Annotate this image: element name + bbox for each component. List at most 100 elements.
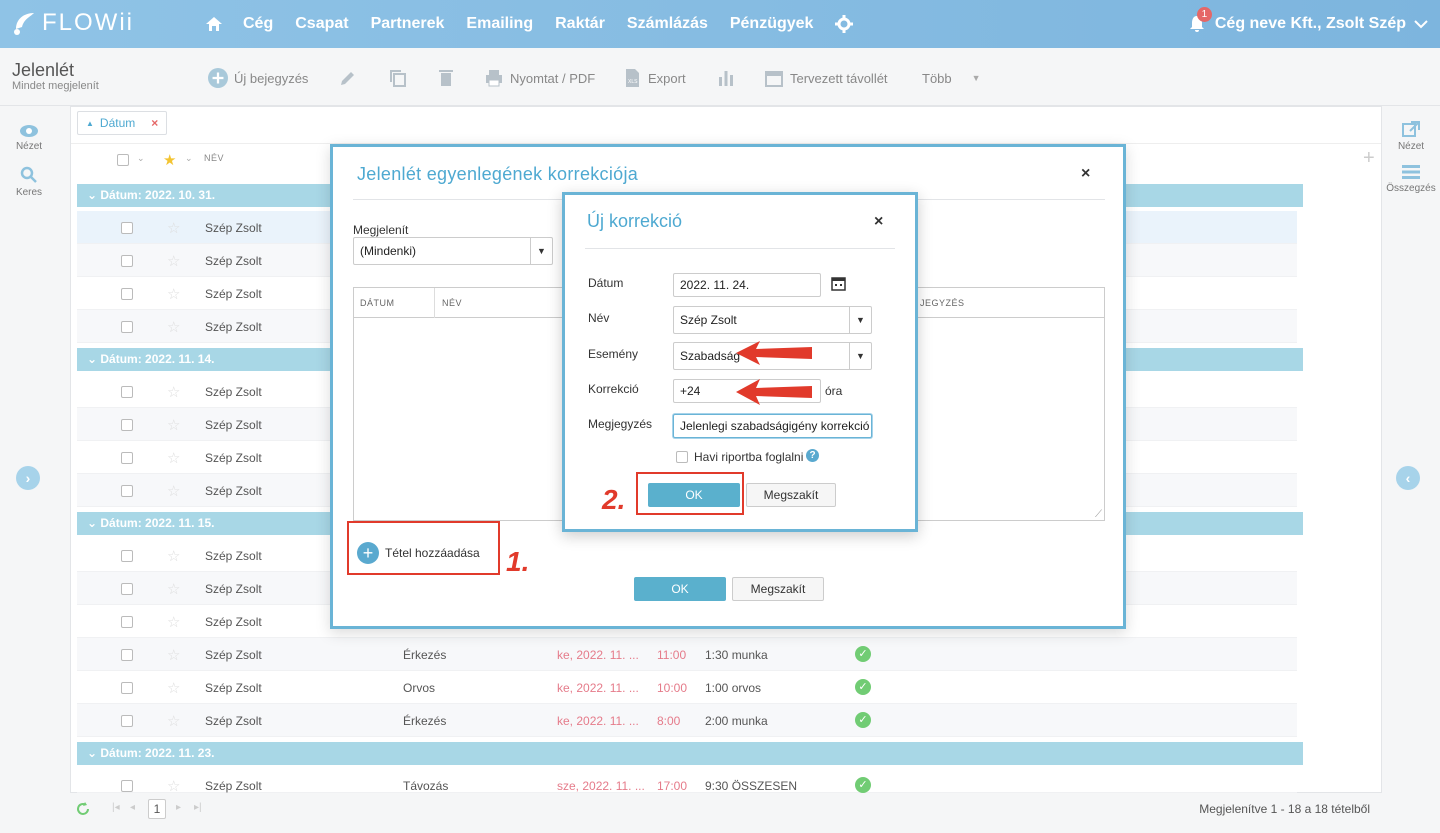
star-icon[interactable]: ☆ bbox=[167, 547, 180, 565]
open-view-button[interactable]: Nézet bbox=[1382, 120, 1440, 152]
approved-check-icon: ✓ bbox=[855, 646, 871, 662]
dialog1-cancel-button[interactable]: Megszakít bbox=[732, 577, 824, 601]
copy-icon[interactable] bbox=[388, 68, 408, 88]
summary-button[interactable]: Összegzés bbox=[1382, 164, 1440, 194]
more-dropdown[interactable]: Több ▼ bbox=[922, 66, 981, 90]
edit-icon[interactable] bbox=[338, 68, 358, 88]
user-name[interactable]: Cég neve Kft., Zsolt Szép bbox=[1215, 15, 1406, 33]
row-checkbox[interactable] bbox=[121, 255, 133, 267]
star-icon[interactable]: ☆ bbox=[167, 580, 180, 598]
star-icon[interactable]: ☆ bbox=[167, 613, 180, 631]
export-button[interactable]: XLS Export bbox=[622, 66, 686, 90]
nav-item-ceg[interactable]: Cég bbox=[243, 15, 273, 33]
print-pdf-button[interactable]: Nyomtat / PDF bbox=[484, 66, 595, 90]
row-checkbox[interactable] bbox=[121, 386, 133, 398]
filter-chip-date[interactable]: ▲ Dátum × bbox=[77, 111, 168, 135]
name-select[interactable]: Szép Zsolt ▼ bbox=[673, 306, 872, 334]
user-menu[interactable]: 1 Cég neve Kft., Zsolt Szép bbox=[1189, 0, 1428, 48]
new-entry-button[interactable]: Új bejegyzés bbox=[208, 66, 308, 90]
table-row[interactable]: ☆ Szép Zsolt Távozás sze, 2022. 11. ... 17:0… bbox=[77, 769, 1297, 795]
row-checkbox[interactable] bbox=[121, 321, 133, 333]
help-icon[interactable]: ? bbox=[806, 449, 819, 462]
nav-item-csapat[interactable]: Csapat bbox=[295, 15, 348, 33]
row-checkbox[interactable] bbox=[121, 715, 133, 727]
row-checkbox[interactable] bbox=[121, 222, 133, 234]
last-page-icon[interactable]: ▸| bbox=[194, 802, 202, 813]
star-icon[interactable]: ☆ bbox=[167, 416, 180, 434]
select-all-checkbox[interactable] bbox=[117, 154, 129, 166]
nav-item-penzugyek[interactable]: Pénzügyek bbox=[730, 15, 814, 33]
add-column-icon[interactable]: + bbox=[1363, 147, 1375, 170]
logo-text: FLOWii bbox=[42, 9, 134, 36]
star-icon[interactable]: ☆ bbox=[167, 318, 180, 336]
search-toggle[interactable]: Keres bbox=[0, 166, 58, 198]
row-checkbox[interactable] bbox=[121, 649, 133, 661]
expand-right-icon[interactable]: ‹ bbox=[1396, 466, 1420, 490]
star-icon[interactable]: ☆ bbox=[167, 219, 180, 237]
group-header[interactable]: ⌄ Dátum: 2022. 11. 23. bbox=[77, 742, 1303, 765]
bell-icon[interactable]: 1 bbox=[1189, 7, 1212, 33]
gear-icon[interactable] bbox=[835, 15, 854, 33]
refresh-icon[interactable] bbox=[76, 802, 90, 816]
grid-col-date[interactable]: DÁTUM bbox=[360, 298, 395, 308]
grid-col-note[interactable]: JEGYZÉS bbox=[920, 298, 965, 308]
row-checkbox[interactable] bbox=[121, 583, 133, 595]
table-row[interactable]: ☆ Szép Zsolt Érkezés ke, 2022. 11. ... 11:00… bbox=[77, 638, 1297, 671]
row-checkbox[interactable] bbox=[121, 616, 133, 628]
expand-left-icon[interactable]: › bbox=[16, 466, 40, 490]
star-icon[interactable]: ☆ bbox=[167, 646, 180, 664]
table-row[interactable]: ☆ Szép Zsolt Orvos ke, 2022. 11. ... 10:00 1:… bbox=[77, 671, 1297, 704]
show-label: Megjelenít bbox=[353, 223, 409, 237]
home-icon[interactable] bbox=[205, 15, 223, 33]
caret-down-icon: ▼ bbox=[530, 238, 552, 264]
nav-item-partnerek[interactable]: Partnerek bbox=[371, 15, 445, 33]
row-checkbox[interactable] bbox=[121, 419, 133, 431]
dialog2-cancel-button[interactable]: Megszakít bbox=[746, 483, 836, 507]
annotation-step1: 1. bbox=[506, 546, 530, 577]
table-row[interactable]: ☆ Szép Zsolt Érkezés ke, 2022. 11. ... 8:00 2… bbox=[77, 704, 1297, 737]
view-toggle[interactable]: Nézet bbox=[0, 124, 58, 152]
row-checkbox[interactable] bbox=[121, 550, 133, 562]
star-filter-icon[interactable]: ★ bbox=[163, 151, 176, 169]
first-page-icon[interactable]: |◂ bbox=[112, 802, 120, 813]
remove-filter-icon[interactable]: × bbox=[151, 116, 158, 130]
chevron-down-icon[interactable] bbox=[1414, 19, 1428, 29]
trash-icon[interactable] bbox=[436, 68, 456, 88]
row-checkbox[interactable] bbox=[121, 452, 133, 464]
bar-chart-icon[interactable] bbox=[716, 68, 736, 88]
planned-absence-button[interactable]: Tervezett távollét bbox=[764, 66, 888, 90]
date-field[interactable]: 2022. 11. 24. bbox=[673, 273, 821, 297]
row-checkbox[interactable] bbox=[121, 780, 133, 792]
resize-handle-icon[interactable]: ⟋ bbox=[1095, 509, 1102, 520]
next-page-icon[interactable]: ▸ bbox=[176, 802, 181, 813]
star-icon[interactable]: ☆ bbox=[167, 482, 180, 500]
grid-col-name[interactable]: NÉV bbox=[442, 298, 462, 308]
star-icon[interactable]: ☆ bbox=[167, 285, 180, 303]
column-header-name[interactable]: NÉV bbox=[204, 153, 224, 163]
star-icon[interactable]: ☆ bbox=[167, 679, 180, 697]
nav-item-raktar[interactable]: Raktár bbox=[555, 15, 605, 33]
close-icon[interactable]: × bbox=[874, 213, 883, 231]
row-checkbox[interactable] bbox=[121, 682, 133, 694]
star-menu-caret-icon[interactable]: ⌄ bbox=[185, 153, 193, 164]
nav-item-emailing[interactable]: Emailing bbox=[466, 15, 533, 33]
calendar-icon[interactable] bbox=[831, 276, 846, 291]
page-number-input[interactable]: 1 bbox=[148, 799, 166, 819]
row-checkbox[interactable] bbox=[121, 485, 133, 497]
monthly-report-checkbox[interactable] bbox=[676, 451, 688, 463]
select-menu-caret-icon[interactable]: ⌄ bbox=[137, 153, 145, 164]
star-icon[interactable]: ☆ bbox=[167, 449, 180, 467]
nav-item-szamlazas[interactable]: Számlázás bbox=[627, 15, 708, 33]
group-caret-icon: ⌄ bbox=[87, 746, 101, 760]
close-icon[interactable]: × bbox=[1081, 165, 1090, 183]
flowii-logo[interactable]: FLOWii bbox=[10, 6, 134, 40]
star-icon[interactable]: ☆ bbox=[167, 383, 180, 401]
prev-page-icon[interactable]: ◂ bbox=[130, 802, 135, 813]
dialog1-ok-button[interactable]: OK bbox=[634, 577, 726, 601]
star-icon[interactable]: ☆ bbox=[167, 252, 180, 270]
note-field[interactable]: Jelenlegi szabadságigény korrekció bbox=[673, 414, 872, 438]
group-caret-icon: ⌄ bbox=[87, 516, 101, 530]
show-select[interactable]: (Mindenki) ▼ bbox=[353, 237, 553, 265]
row-checkbox[interactable] bbox=[121, 288, 133, 300]
star-icon[interactable]: ☆ bbox=[167, 712, 180, 730]
